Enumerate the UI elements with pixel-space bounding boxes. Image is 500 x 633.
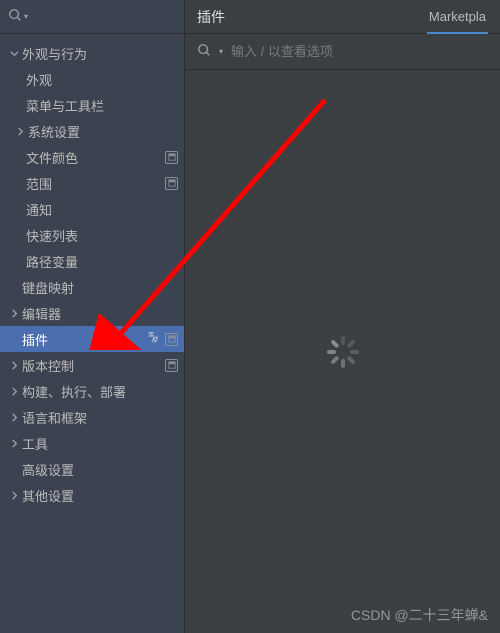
sidebar-item-2[interactable]: 菜单与工具栏 — [0, 92, 184, 118]
tree-item-label: 语言和框架 — [22, 408, 178, 427]
tab-marketplace[interactable]: Marketpla — [427, 0, 488, 34]
chevron-right-icon — [8, 491, 20, 500]
chevron-right-icon — [8, 309, 20, 318]
sidebar-item-17[interactable]: 其他设置 — [0, 482, 184, 508]
watermark: CSDN @二十三年蝉& — [351, 605, 488, 625]
sidebar-item-4[interactable]: 文件颜色 — [0, 144, 184, 170]
sidebar-item-12[interactable]: 版本控制 — [0, 352, 184, 378]
sidebar-item-11[interactable]: 插件 — [0, 326, 184, 352]
sidebar-item-5[interactable]: 范围 — [0, 170, 184, 196]
chevron-right-icon — [8, 413, 20, 422]
sidebar-item-13[interactable]: 构建、执行、部署 — [0, 378, 184, 404]
chevron-right-icon — [14, 127, 26, 136]
tree-item-label: 构建、执行、部署 — [22, 382, 178, 401]
search-icon — [197, 43, 211, 60]
project-badge-icon — [165, 151, 178, 164]
main-header: 插件 Marketpla — [185, 0, 500, 34]
sidebar-item-14[interactable]: 语言和框架 — [0, 404, 184, 430]
sidebar-item-16[interactable]: 高级设置 — [0, 456, 184, 482]
tree-item-label: 版本控制 — [22, 356, 165, 375]
sidebar-item-9[interactable]: 键盘映射 — [0, 274, 184, 300]
plugin-content — [185, 70, 500, 633]
tree-item-label: 菜单与工具栏 — [26, 96, 178, 115]
chevron-down-icon — [8, 49, 20, 58]
sidebar-item-0[interactable]: 外观与行为 — [0, 40, 184, 66]
settings-sidebar: ▾ 外观与行为外观菜单与工具栏系统设置文件颜色范围通知快速列表路径变量键盘映射编… — [0, 0, 185, 633]
tree-item-label: 范围 — [26, 174, 165, 193]
sidebar-item-6[interactable]: 通知 — [0, 196, 184, 222]
sidebar-item-7[interactable]: 快速列表 — [0, 222, 184, 248]
translate-icon — [146, 330, 161, 348]
tree-item-label: 外观与行为 — [22, 44, 178, 63]
sidebar-item-10[interactable]: 编辑器 — [0, 300, 184, 326]
tree-item-label: 其他设置 — [22, 486, 178, 505]
tree-item-label: 高级设置 — [22, 460, 178, 479]
sidebar-item-8[interactable]: 路径变量 — [0, 248, 184, 274]
tree-item-label: 通知 — [26, 200, 178, 219]
sidebar-item-15[interactable]: 工具 — [0, 430, 184, 456]
tree-item-label: 快速列表 — [26, 226, 178, 245]
tree-item-label: 系统设置 — [28, 122, 178, 141]
tree-item-label: 键盘映射 — [22, 278, 178, 297]
plugin-search-bar[interactable]: ▾ — [185, 34, 500, 70]
chevron-right-icon — [8, 439, 20, 448]
tree-item-label: 编辑器 — [22, 304, 178, 323]
main-panel: 插件 Marketpla ▾ — [185, 0, 500, 633]
settings-tree: 外观与行为外观菜单与工具栏系统设置文件颜色范围通知快速列表路径变量键盘映射编辑器… — [0, 34, 184, 514]
project-badge-icon — [165, 333, 178, 346]
project-badge-icon — [165, 177, 178, 190]
plugin-search-input[interactable] — [231, 44, 488, 59]
sidebar-item-3[interactable]: 系统设置 — [0, 118, 184, 144]
tree-item-label: 插件 — [22, 330, 146, 349]
dropdown-caret-icon: ▾ — [219, 47, 223, 56]
loading-spinner — [327, 336, 359, 368]
sidebar-item-1[interactable]: 外观 — [0, 66, 184, 92]
dropdown-caret-icon: ▾ — [24, 12, 28, 21]
tree-item-label: 外观 — [26, 70, 178, 89]
tree-item-label: 文件颜色 — [26, 148, 165, 167]
chevron-right-icon — [8, 387, 20, 396]
page-title: 插件 — [197, 7, 427, 27]
tree-item-label: 路径变量 — [26, 252, 178, 271]
project-badge-icon — [165, 359, 178, 372]
search-icon — [8, 8, 22, 25]
tree-item-label: 工具 — [22, 434, 178, 453]
chevron-right-icon — [8, 361, 20, 370]
sidebar-search[interactable]: ▾ — [0, 0, 184, 34]
